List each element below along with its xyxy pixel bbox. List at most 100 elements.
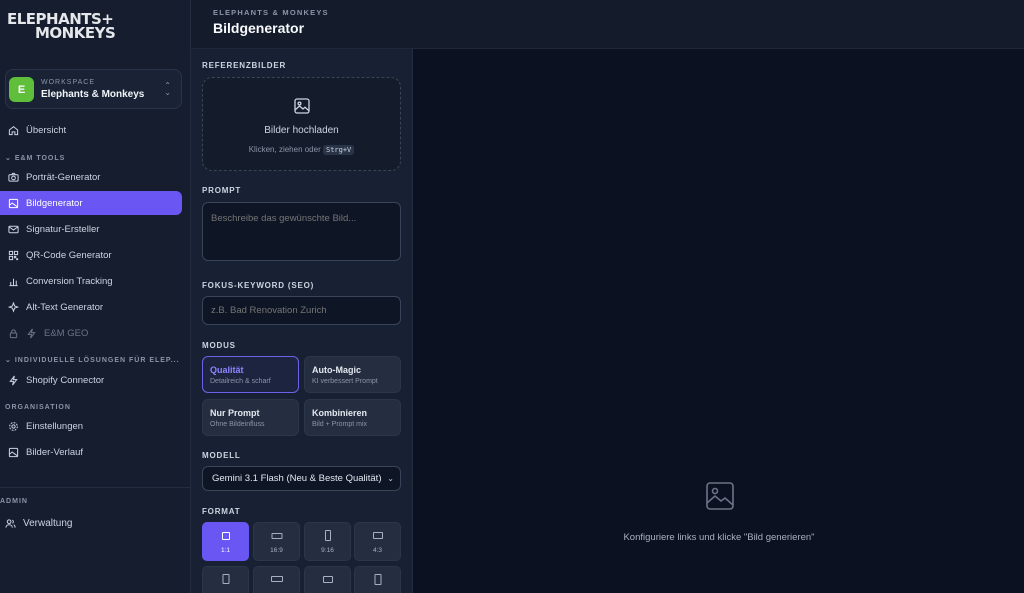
- sidebar-item-label: Conversion Tracking: [26, 275, 113, 287]
- format-label: FORMAT: [202, 507, 241, 516]
- sidebar-item-conversion-tracking[interactable]: Conversion Tracking: [0, 269, 182, 293]
- sidebar-item-settings[interactable]: Einstellungen: [0, 414, 182, 438]
- image-icon: [8, 447, 19, 457]
- section-custom-heading: ⌄ INDIVIDUELLE LÖSUNGEN FÜR ELEP...: [5, 356, 180, 364]
- mail-icon: [8, 225, 19, 233]
- sidebar-item-em-geo: E&M GEO: [0, 321, 182, 345]
- format-option[interactable]: [304, 566, 351, 593]
- bolt-icon: [27, 328, 36, 338]
- sidebar-item-label: Shopify Connector: [26, 374, 105, 386]
- format-option[interactable]: [202, 566, 249, 593]
- keyword-label: FOKUS-KEYWORD (SEO): [202, 281, 315, 290]
- lock-icon: [9, 328, 18, 338]
- sidebar-item-label: Einstellungen: [26, 420, 84, 432]
- sidebar-item-image-history[interactable]: Bilder-Verlauf: [0, 440, 182, 464]
- mode-title: Nur Prompt: [210, 408, 260, 418]
- mode-option-auto-magic[interactable]: Auto-Magic KI verbessert Prompt: [304, 356, 401, 393]
- mode-option-prompt-only[interactable]: Nur Prompt Ohne Bildeinfluss: [202, 399, 299, 436]
- section-admin-heading: ADMIN: [0, 498, 28, 505]
- mode-subtitle: KI verbessert Prompt: [312, 378, 378, 385]
- portrait-icon: [222, 574, 229, 584]
- section-tools-heading: ⌄ E&M TOOLS: [5, 154, 65, 162]
- section-label: ORGANISATION: [5, 404, 71, 411]
- paste-shortcut-kbd: Strg+V: [322, 145, 355, 155]
- sidebar-item-signature-creator[interactable]: Signatur-Ersteller: [0, 217, 182, 241]
- image-upload-dropzone[interactable]: Bilder hochladen Klicken, ziehen oder St…: [202, 77, 401, 171]
- gear-icon: [9, 421, 18, 431]
- sidebar-item-label: Signatur-Ersteller: [26, 223, 100, 235]
- chevron-down-icon: ⌄: [387, 474, 394, 483]
- portrait-icon: [374, 574, 381, 585]
- sidebar-item-alt-text-generator[interactable]: Alt-Text Generator: [0, 295, 182, 319]
- workspace-switcher[interactable]: E WORKSPACE Elephants & Monkeys ⌃ ⌄: [5, 69, 182, 109]
- format-option-1-1[interactable]: 1:1: [202, 522, 249, 561]
- mode-option-quality[interactable]: Qualität Detailreich & scharf: [202, 356, 299, 393]
- sidebar-item-portrait-generator[interactable]: Porträt-Generator: [0, 165, 182, 189]
- bar-chart-icon: [9, 278, 18, 286]
- reference-images-label: REFERENZBILDER: [202, 61, 287, 70]
- sidebar-item-administration[interactable]: Verwaltung: [0, 511, 182, 535]
- image-upload-icon: [294, 98, 310, 114]
- portrait-icon: [324, 530, 331, 541]
- sidebar-item-image-generator[interactable]: Bildgenerator: [0, 191, 182, 215]
- prompt-label: PROMPT: [202, 186, 242, 195]
- page-header: ELEPHANTS & MONKEYS Bildgenerator: [191, 0, 1024, 49]
- chevron-up-down-icon: ⌃ ⌄: [164, 81, 171, 97]
- sidebar-item-shopify-connector[interactable]: Shopify Connector: [0, 368, 182, 392]
- focus-keyword-input[interactable]: [202, 296, 401, 325]
- preview-hint: Konfiguriere links und klicke "Bild gene…: [623, 532, 815, 543]
- brand-logo[interactable]: ELEPHANTS+ MONKEYS: [7, 12, 117, 48]
- mode-subtitle: Detailreich & scharf: [210, 378, 271, 385]
- workspace-avatar: E: [9, 77, 34, 102]
- qr-icon: [8, 250, 19, 260]
- upload-hint: Klicken, ziehen oder Strg+V: [203, 145, 400, 155]
- prompt-input[interactable]: [202, 202, 401, 261]
- square-icon: [221, 532, 230, 540]
- camera-icon: [8, 172, 19, 182]
- workspace-name: Elephants & Monkeys: [41, 89, 145, 100]
- chevron-down-icon: ⌄: [5, 155, 15, 162]
- format-option-9-16[interactable]: 9:16: [304, 522, 351, 561]
- image-icon: [8, 198, 19, 208]
- section-label: INDIVIDUELLE LÖSUNGEN FÜR ELEP...: [14, 357, 180, 364]
- model-label: MODELL: [202, 451, 241, 460]
- format-option-16-9[interactable]: 16:9: [253, 522, 300, 561]
- sidebar-item-qr-generator[interactable]: QR-Code Generator: [0, 243, 182, 267]
- image-placeholder-icon: [706, 482, 734, 510]
- sidebar: ELEPHANTS+ MONKEYS E WORKSPACE Elephants…: [0, 0, 191, 593]
- section-label: ADMIN: [0, 498, 28, 505]
- mode-option-combine[interactable]: Kombinieren Bild + Prompt mix: [304, 399, 401, 436]
- sidebar-item-label: Bildgenerator: [26, 197, 83, 209]
- mode-subtitle: Ohne Bildeinfluss: [210, 421, 265, 428]
- chevron-down-icon: ⌄: [5, 357, 15, 364]
- mode-subtitle: Bild + Prompt mix: [312, 421, 368, 428]
- mode-title: Qualität: [210, 365, 244, 375]
- bolt-icon: [9, 375, 18, 385]
- landscape-icon: [271, 533, 282, 539]
- format-option[interactable]: [253, 566, 300, 593]
- logo-line-2: MONKEYS: [35, 24, 116, 42]
- model-select-value: Gemini 3.1 Flash (Neu & Beste Qualität): [212, 473, 382, 484]
- section-org-heading: ORGANISATION: [5, 404, 71, 411]
- mode-label: MODUS: [202, 341, 236, 350]
- upload-title: Bilder hochladen: [264, 125, 339, 136]
- page-title: Bildgenerator: [213, 20, 305, 36]
- sidebar-divider: [0, 487, 190, 488]
- model-select[interactable]: Gemini 3.1 Flash (Neu & Beste Qualität) …: [202, 466, 401, 491]
- sidebar-item-label: E&M GEO: [44, 327, 89, 339]
- sidebar-item-overview[interactable]: Übersicht: [0, 118, 182, 142]
- format-label-text: 4:3: [372, 547, 383, 554]
- format-option-4-3[interactable]: 4:3: [354, 522, 401, 561]
- app-root: ELEPHANTS+ MONKEYS E WORKSPACE Elephants…: [0, 0, 1024, 593]
- upload-hint-text: Klicken, ziehen oder: [248, 145, 321, 154]
- format-option[interactable]: [354, 566, 401, 593]
- landscape-icon: [270, 576, 283, 582]
- users-icon: [5, 518, 16, 528]
- sidebar-item-label: Bilder-Verlauf: [26, 446, 84, 458]
- format-label-text: 9:16: [321, 547, 334, 554]
- sidebar-item-label: Verwaltung: [23, 517, 73, 529]
- section-label: E&M TOOLS: [14, 155, 66, 162]
- mode-title: Kombinieren: [312, 408, 368, 418]
- format-label-text: 16:9: [270, 547, 283, 554]
- config-panel: REFERENZBILDER Bilder hochladen Klicken,…: [191, 49, 413, 593]
